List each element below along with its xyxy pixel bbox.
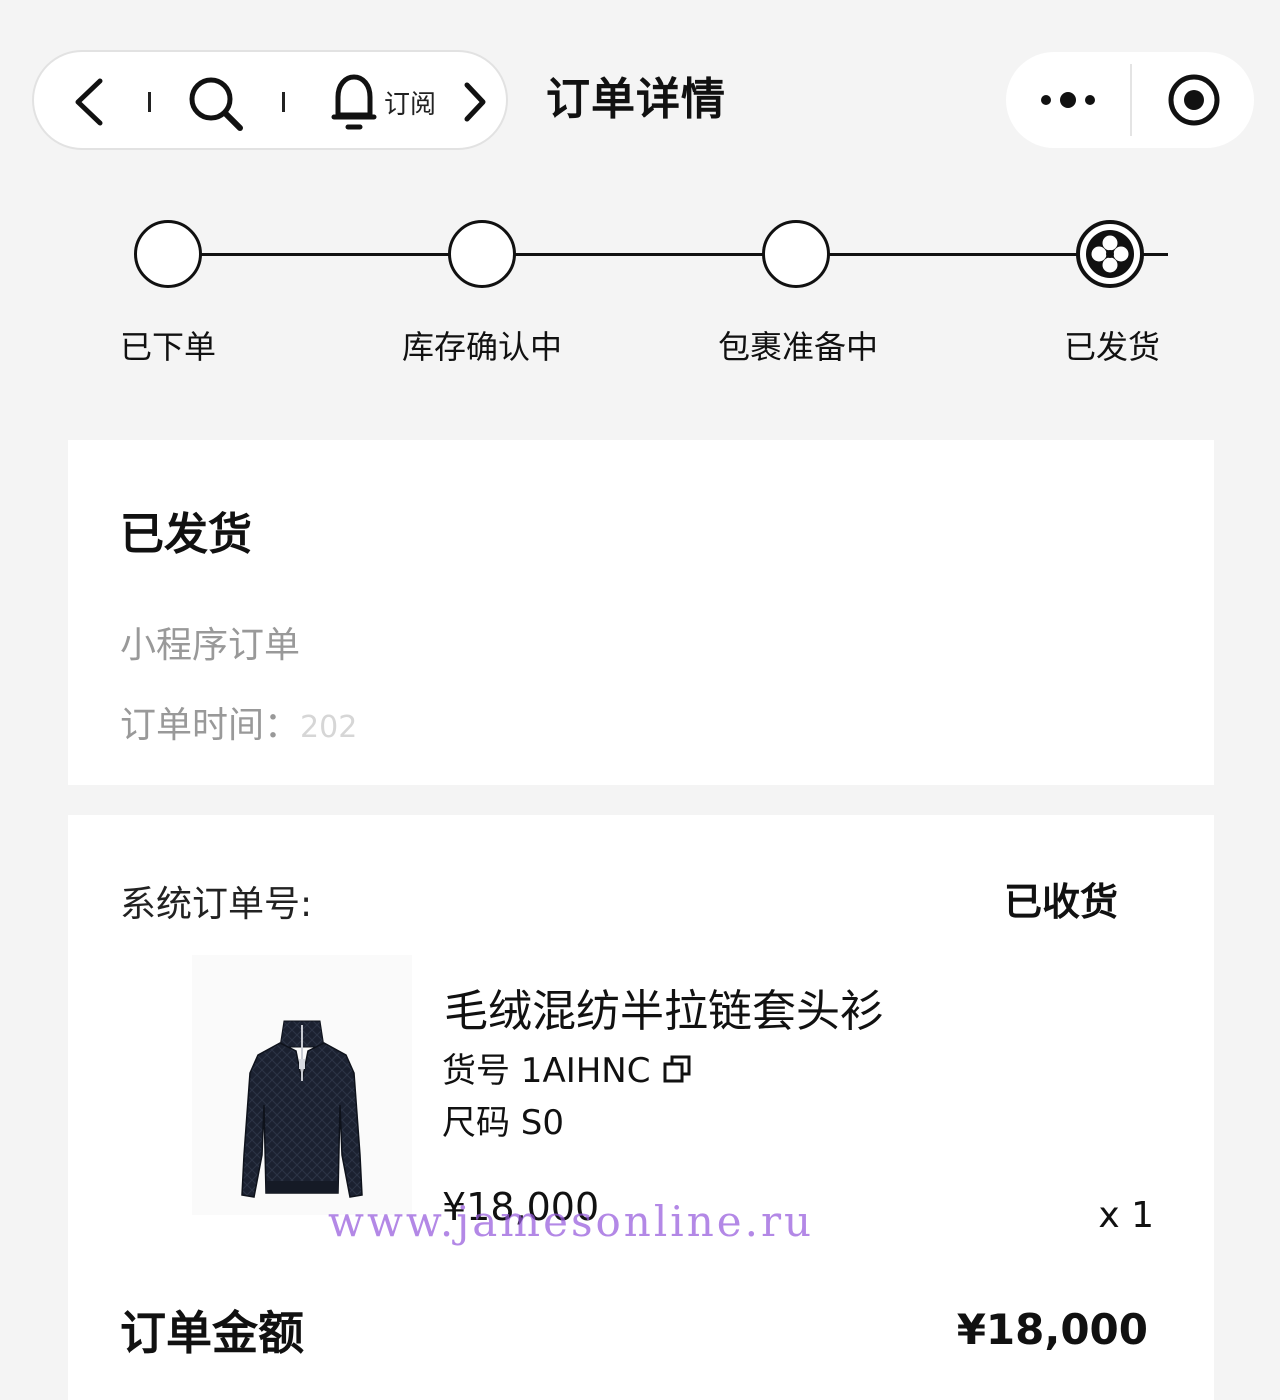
- order-time-row: 订单时间：202: [120, 696, 357, 748]
- order-status-badge: 已收货: [1003, 880, 1118, 924]
- capsule-divider: [282, 92, 285, 112]
- monogram-flower-icon: [1086, 230, 1134, 278]
- system-order-number-label: 系统订单号:: [120, 884, 313, 925]
- product-sku: 货号 1AIHNC: [442, 1051, 651, 1091]
- chevron-right-icon: [464, 82, 486, 122]
- shipment-status-card: 已发货 小程序订单 订单时间：202: [68, 440, 1214, 785]
- step-circle-stock-check: [448, 220, 516, 288]
- progress-line: [514, 253, 764, 256]
- target-icon: [1168, 74, 1220, 126]
- page-title: 订单详情: [546, 74, 726, 125]
- watermark-text: www.jamesonline.ru: [328, 1197, 815, 1246]
- product-size: 尺码 S0: [442, 1103, 565, 1143]
- order-time-label: 订单时间：: [120, 705, 301, 746]
- order-total-label: 订单金额: [120, 1306, 304, 1360]
- mini-program-order-label: 小程序订单: [120, 625, 301, 666]
- close-miniprogram-button[interactable]: [1162, 72, 1226, 128]
- product-image[interactable]: [192, 955, 412, 1215]
- more-button[interactable]: [1026, 76, 1110, 124]
- order-detail-page: 订阅 订单详情 已下单 库存确认中 包裹准备中 已发货 已发货 小程序订单 订单…: [0, 0, 1280, 1400]
- nav-capsule: 订阅: [32, 50, 508, 150]
- search-icon: [189, 77, 243, 131]
- step-circle-ordered: [134, 220, 202, 288]
- bell-icon: [331, 74, 377, 130]
- mini-program-order-row: 小程序订单: [120, 616, 300, 668]
- chevron-left-icon: [75, 78, 103, 126]
- subscribe-label: 订阅: [383, 89, 436, 120]
- order-total-value: ¥18,000: [956, 1305, 1148, 1354]
- step-circle-packing: [762, 220, 830, 288]
- product-quantity: x 1: [1098, 1195, 1154, 1236]
- order-card: 系统订单号: 已收货 毛绒混纺半拉链套头衫 货号 1AIHNC 尺码 S0 ¥1…: [68, 815, 1214, 1400]
- menu-divider: [1130, 64, 1132, 136]
- step-label-packing: 包裹准备中: [717, 328, 879, 366]
- product-sku-row: 货号 1AIHNC: [442, 1043, 692, 1092]
- step-label-stock-check: 库存确认中: [401, 328, 563, 366]
- copy-icon[interactable]: [662, 1053, 692, 1083]
- menu-capsule: [1006, 52, 1254, 148]
- search-button[interactable]: [184, 74, 246, 132]
- subscribe-button[interactable]: 订阅: [318, 70, 448, 134]
- product-name[interactable]: 毛绒混纺半拉链套头衫: [444, 975, 884, 1039]
- back-button[interactable]: [64, 76, 114, 128]
- step-label-ordered: 已下单: [119, 328, 217, 366]
- step-circle-shipped: [1076, 220, 1144, 288]
- status-title: 已发货: [120, 509, 252, 560]
- more-dots-icon: [1041, 92, 1095, 108]
- forward-button[interactable]: [460, 80, 490, 124]
- order-progress-tracker: 已下单 库存确认中 包裹准备中 已发货: [0, 200, 1280, 390]
- progress-line: [200, 253, 450, 256]
- order-time-value: 202: [300, 710, 358, 745]
- step-label-shipped: 已发货: [1063, 328, 1161, 366]
- sweater-image: [241, 1020, 363, 1198]
- capsule-divider: [148, 92, 151, 112]
